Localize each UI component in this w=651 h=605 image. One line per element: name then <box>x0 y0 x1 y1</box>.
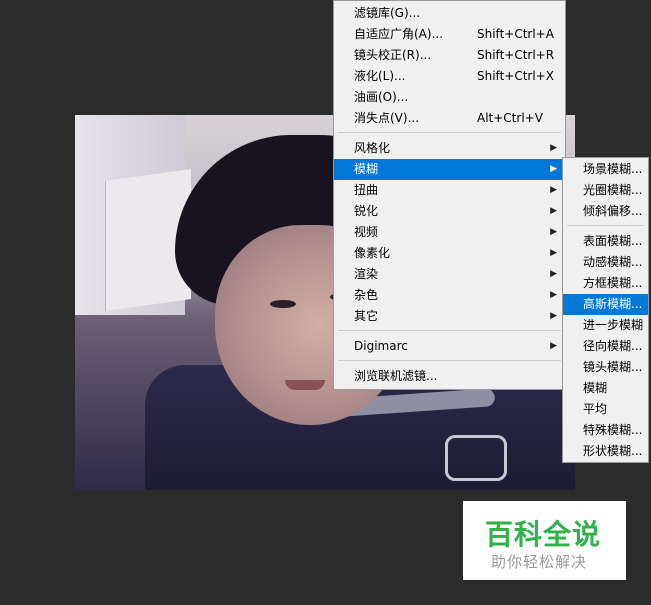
menu-item-label: 像素化 <box>354 246 391 260</box>
submenu-item-label: 高斯模糊... <box>583 297 643 311</box>
submenu-arrow-icon: ▶ <box>550 143 557 153</box>
submenu-item-field-blur[interactable]: 场景模糊... <box>563 159 648 180</box>
submenu-arrow-icon: ▶ <box>550 206 557 216</box>
menu-item-noise[interactable]: 杂色 ▶ <box>334 285 565 306</box>
menu-item-adaptive-wide-angle[interactable]: 自适应广角(A)... Shift+Ctrl+A <box>334 24 565 45</box>
menu-item-label: 视频 <box>354 225 379 239</box>
submenu-arrow-icon: ▶ <box>550 269 557 279</box>
menu-item-video[interactable]: 视频 ▶ <box>334 222 565 243</box>
submenu-item-label: 光圈模糊... <box>583 183 643 197</box>
menu-item-shortcut: Shift+Ctrl+A <box>477 27 554 41</box>
submenu-item-label: 进一步模糊 <box>583 318 644 332</box>
filter-menu: 滤镜库(G)... 自适应广角(A)... Shift+Ctrl+A 镜头校正(… <box>333 0 566 390</box>
menu-item-shortcut: Alt+Ctrl+V <box>477 111 543 125</box>
menu-item-label: 消失点(V)... <box>354 111 420 125</box>
submenu-arrow-icon: ▶ <box>550 164 557 174</box>
menu-item-label: 液化(L)... <box>354 69 406 83</box>
submenu-arrow-icon: ▶ <box>550 185 557 195</box>
submenu-item-surface-blur[interactable]: 表面模糊... <box>563 231 648 252</box>
submenu-item-label: 模糊 <box>583 381 608 395</box>
blur-submenu: 场景模糊... 光圈模糊... 倾斜偏移... 表面模糊... 动感模糊... … <box>562 157 649 463</box>
menu-item-filter-gallery[interactable]: 滤镜库(G)... <box>334 3 565 24</box>
menu-item-label: 自适应广角(A)... <box>354 27 444 41</box>
submenu-item-label: 平均 <box>583 402 608 416</box>
watermark-title: 百科全说 <box>485 518 602 551</box>
submenu-item-label: 动感模糊... <box>583 255 643 269</box>
submenu-item-smart-blur[interactable]: 特殊模糊... <box>563 420 648 441</box>
submenu-item-label: 特殊模糊... <box>583 423 643 437</box>
menu-item-label: 模糊 <box>354 162 379 176</box>
menu-item-label: 滤镜库(G)... <box>354 6 421 20</box>
menu-item-label: 锐化 <box>354 204 379 218</box>
menu-item-pixelate[interactable]: 像素化 ▶ <box>334 243 565 264</box>
submenu-arrow-icon: ▶ <box>550 248 557 258</box>
submenu-item-blur-more[interactable]: 进一步模糊 <box>563 315 648 336</box>
menu-item-label: 其它 <box>354 309 379 323</box>
submenu-item-tilt-shift[interactable]: 倾斜偏移... <box>563 201 648 222</box>
menu-item-label: 镜头校正(R)... <box>354 48 432 62</box>
submenu-item-label: 径向模糊... <box>583 339 643 353</box>
menu-item-liquify[interactable]: 液化(L)... Shift+Ctrl+X <box>334 66 565 87</box>
menu-item-label: 渲染 <box>354 267 379 281</box>
menu-separator <box>338 330 561 331</box>
submenu-arrow-icon: ▶ <box>550 311 557 321</box>
menu-item-label: Digimarc <box>354 339 408 353</box>
menu-separator <box>338 360 561 361</box>
submenu-item-shape-blur[interactable]: 形状模糊... <box>563 441 648 462</box>
menu-item-label: 风格化 <box>354 141 391 155</box>
photo-mouth <box>285 380 325 390</box>
submenu-item-lens-blur[interactable]: 镜头模糊... <box>563 357 648 378</box>
watermark-logo: 百科全说 助你轻松解决 <box>463 501 626 580</box>
menu-item-stylize[interactable]: 风格化 ▶ <box>334 138 565 159</box>
menu-item-browse-filters-online[interactable]: 浏览联机滤镜... <box>334 366 565 387</box>
menu-item-distort[interactable]: 扭曲 ▶ <box>334 180 565 201</box>
menu-item-label: 扭曲 <box>354 183 379 197</box>
watermark-subtitle: 助你轻松解决 <box>491 553 588 571</box>
submenu-item-iris-blur[interactable]: 光圈模糊... <box>563 180 648 201</box>
menu-item-digimarc[interactable]: Digimarc ▶ <box>334 336 565 357</box>
menu-item-label: 杂色 <box>354 288 379 302</box>
submenu-item-gaussian-blur[interactable]: 高斯模糊... <box>563 294 648 315</box>
submenu-separator <box>567 225 644 226</box>
submenu-item-label: 场景模糊... <box>583 162 643 176</box>
photo-left-eye <box>270 300 296 308</box>
photo-jacket-logo <box>445 435 507 481</box>
menu-item-shortcut: Shift+Ctrl+X <box>477 69 554 83</box>
menu-item-other[interactable]: 其它 ▶ <box>334 306 565 327</box>
submenu-item-radial-blur[interactable]: 径向模糊... <box>563 336 648 357</box>
menu-item-label: 油画(O)... <box>354 90 409 104</box>
submenu-arrow-icon: ▶ <box>550 341 557 351</box>
submenu-arrow-icon: ▶ <box>550 227 557 237</box>
submenu-item-box-blur[interactable]: 方框模糊... <box>563 273 648 294</box>
submenu-item-label: 形状模糊... <box>583 444 643 458</box>
submenu-item-average[interactable]: 平均 <box>563 399 648 420</box>
menu-item-lens-correction[interactable]: 镜头校正(R)... Shift+Ctrl+R <box>334 45 565 66</box>
menu-item-label: 浏览联机滤镜... <box>354 369 438 383</box>
submenu-item-label: 倾斜偏移... <box>583 204 643 218</box>
menu-separator <box>338 132 561 133</box>
menu-item-vanishing-point[interactable]: 消失点(V)... Alt+Ctrl+V <box>334 108 565 129</box>
submenu-item-label: 表面模糊... <box>583 234 643 248</box>
submenu-item-blur[interactable]: 模糊 <box>563 378 648 399</box>
menu-item-blur[interactable]: 模糊 ▶ <box>334 159 565 180</box>
submenu-item-label: 方框模糊... <box>583 276 643 290</box>
menu-item-sharpen[interactable]: 锐化 ▶ <box>334 201 565 222</box>
menu-item-render[interactable]: 渲染 ▶ <box>334 264 565 285</box>
submenu-arrow-icon: ▶ <box>550 290 557 300</box>
submenu-item-motion-blur[interactable]: 动感模糊... <box>563 252 648 273</box>
submenu-item-label: 镜头模糊... <box>583 360 643 374</box>
menu-item-shortcut: Shift+Ctrl+R <box>477 48 555 62</box>
menu-item-oil-paint[interactable]: 油画(O)... <box>334 87 565 108</box>
